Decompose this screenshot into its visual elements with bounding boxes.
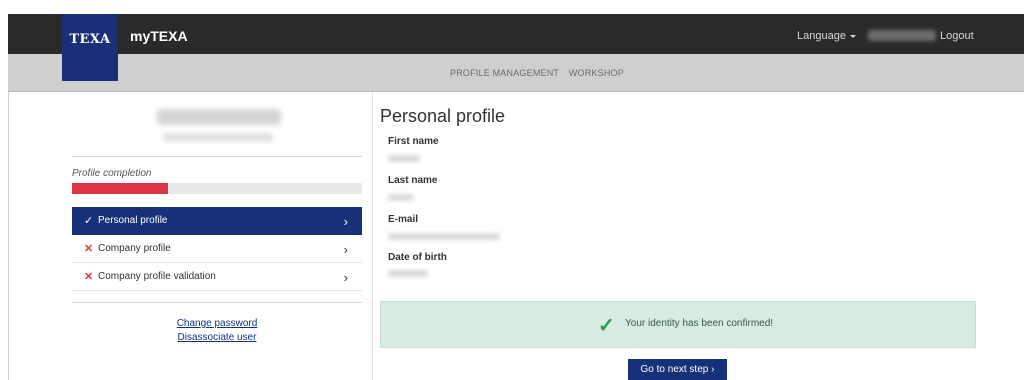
- last-name-value-blurred: [388, 194, 414, 201]
- first-name-label: First name: [388, 136, 439, 147]
- divider: [72, 302, 362, 303]
- chevron-right-icon: ›: [343, 270, 348, 285]
- menu-item-label: Personal profile: [98, 215, 168, 226]
- check-icon: ✓: [84, 215, 94, 227]
- sub-navbar: PROFILE MANAGEMENT WORKSHOP: [8, 54, 1024, 92]
- change-password-link[interactable]: Change password: [72, 318, 362, 329]
- subnav-profile-management[interactable]: PROFILE MANAGEMENT: [450, 68, 559, 78]
- user-email-blurred: [163, 133, 273, 142]
- date-of-birth-value-blurred: [388, 270, 428, 277]
- next-step-button[interactable]: Go to next step ›: [628, 359, 727, 380]
- menu-item-personal-profile[interactable]: ✓ Personal profile ›: [72, 207, 362, 235]
- chevron-right-icon: ›: [711, 364, 715, 375]
- user-full-name-blurred: [157, 109, 281, 125]
- divider: [72, 156, 362, 157]
- account-links: Change password Disassociate user: [72, 318, 362, 346]
- menu-item-company-profile-validation[interactable]: ✕ Company profile validation ›: [72, 263, 362, 291]
- alert-message: Your identity has been confirmed!: [625, 318, 774, 329]
- profile-completion-fill: [72, 183, 168, 194]
- sidebar-divider: [372, 92, 373, 380]
- date-of-birth-label: Date of birth: [388, 252, 447, 263]
- cross-icon: ✕: [84, 271, 94, 283]
- profile-completion-label: Profile completion: [72, 168, 152, 179]
- profile-completion-bar: [72, 183, 362, 194]
- language-label: Language: [797, 30, 846, 42]
- first-name-value-blurred: [388, 155, 420, 162]
- app-title[interactable]: myTEXA: [130, 28, 188, 44]
- subnav-links: PROFILE MANAGEMENT WORKSHOP: [450, 68, 631, 78]
- checkmark-icon: ✓: [598, 315, 615, 337]
- menu-item-label: Company profile: [98, 243, 171, 254]
- logo-text: TEXA: [69, 32, 111, 47]
- cross-icon: ✕: [84, 243, 94, 255]
- page: TEXA myTEXA Language Logout PROFILE MANA…: [0, 0, 1024, 380]
- next-step-label: Go to next step: [640, 364, 709, 375]
- texa-logo[interactable]: TEXA: [62, 14, 118, 81]
- menu-item-company-profile[interactable]: ✕ Company profile ›: [72, 235, 362, 263]
- language-dropdown[interactable]: Language: [797, 30, 856, 42]
- user-name-blurred: [868, 30, 936, 41]
- subnav-workshop[interactable]: WORKSHOP: [569, 68, 624, 78]
- chevron-right-icon: ›: [343, 242, 348, 257]
- caret-down-icon: [849, 34, 856, 38]
- chevron-right-icon: ›: [343, 214, 348, 229]
- logout-link[interactable]: Logout: [940, 30, 974, 42]
- page-title: Personal profile: [380, 106, 506, 126]
- disassociate-user-link[interactable]: Disassociate user: [72, 332, 362, 343]
- email-label: E-mail: [388, 214, 419, 225]
- menu-item-label: Company profile validation: [98, 271, 216, 282]
- profile-steps-menu: ✓ Personal profile › ✕ Company profile ›…: [72, 207, 362, 291]
- last-name-label: Last name: [388, 175, 438, 186]
- email-value-blurred: [388, 233, 500, 240]
